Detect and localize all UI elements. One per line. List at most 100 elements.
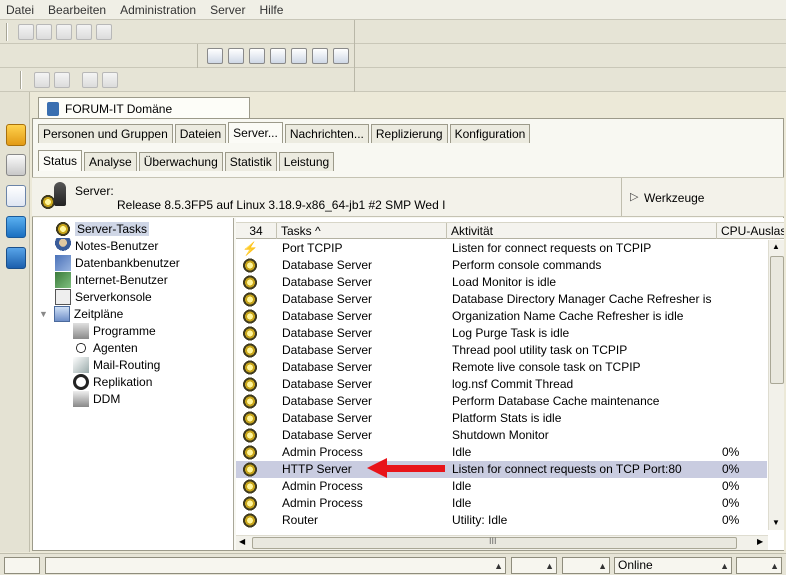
tools-button[interactable]: Werkzeuge bbox=[644, 191, 704, 205]
tab-analyse[interactable]: Analyse bbox=[84, 152, 137, 171]
header-count[interactable]: 34 bbox=[236, 223, 277, 239]
tab-konfiguration[interactable]: Konfiguration bbox=[449, 124, 531, 143]
scroll-left-icon[interactable]: ◀ bbox=[239, 537, 245, 546]
tb-form-icon[interactable] bbox=[18, 24, 34, 40]
menu-bearbeiten[interactable]: Bearbeiten bbox=[48, 3, 106, 17]
horizontal-scroll-thumb[interactable]: III bbox=[252, 536, 737, 549]
tab-status[interactable]: Status bbox=[38, 150, 83, 171]
status-box-3[interactable]: ▲ bbox=[511, 557, 557, 574]
tree-item-server-tasks[interactable]: Server-Tasks bbox=[55, 220, 150, 237]
table-row[interactable]: Database Server Perform console commands bbox=[236, 257, 767, 274]
gear-icon bbox=[242, 479, 258, 494]
location-box[interactable]: ▲ bbox=[562, 557, 610, 574]
table-row[interactable]: Database Server Organization Name Cache R… bbox=[236, 308, 767, 325]
web-page-icon[interactable] bbox=[6, 185, 26, 207]
people-icon[interactable] bbox=[6, 216, 26, 238]
tb-user-icon[interactable] bbox=[82, 72, 98, 88]
table-row[interactable]: Admin Process Idle 0% bbox=[236, 444, 767, 461]
table-row[interactable]: Admin Process Idle 0% bbox=[236, 478, 767, 495]
toolbar-grip[interactable] bbox=[6, 23, 8, 41]
bookmark-icon[interactable] bbox=[6, 154, 26, 176]
scroll-right-icon[interactable]: ▶ bbox=[757, 537, 763, 546]
tree-item-notes-benutzer[interactable]: Notes-Benutzer bbox=[55, 237, 158, 254]
header-tasks[interactable]: Tasks ^ bbox=[277, 223, 447, 239]
tree-item-replikation[interactable]: Replikation bbox=[73, 373, 152, 390]
tb-grid-icon[interactable] bbox=[333, 48, 349, 64]
gear-icon bbox=[242, 496, 258, 511]
tab-nachrichten[interactable]: Nachrichten... bbox=[284, 124, 369, 143]
tab-personen-und-gruppen[interactable]: Personen und Gruppen bbox=[38, 124, 173, 143]
tb-pages-icon[interactable] bbox=[249, 48, 265, 64]
menu-datei[interactable]: Datei bbox=[6, 3, 34, 17]
header-aktivitaet[interactable]: Aktivität bbox=[447, 223, 717, 239]
ddm-icon bbox=[73, 390, 89, 407]
folder-icon[interactable] bbox=[6, 124, 26, 146]
tb-zoom-icon[interactable] bbox=[34, 72, 50, 88]
table-header: 34 Tasks ^ Aktivität CPU-Auslastu bbox=[236, 222, 784, 239]
tree-item-ddm[interactable]: DDM bbox=[73, 390, 120, 407]
menu-hilfe[interactable]: Hilfe bbox=[259, 3, 283, 17]
table-row[interactable]: Database Server Log Purge Task is idle bbox=[236, 325, 767, 342]
vertical-scrollbar[interactable]: ▲ ▼ bbox=[768, 240, 784, 530]
tab-statistik[interactable]: Statistik bbox=[224, 152, 277, 171]
horizontal-scrollbar[interactable]: ◀ III ▶ bbox=[236, 535, 768, 550]
table-row[interactable]: HTTP Server Listen for connect requests o… bbox=[236, 461, 767, 478]
table-row[interactable]: Database Server Remote live console task … bbox=[236, 359, 767, 376]
tab-replizierung[interactable]: Replizierung bbox=[370, 124, 448, 143]
tab-dateien[interactable]: Dateien bbox=[174, 124, 227, 143]
toolbar-1 bbox=[0, 20, 786, 44]
tb-settings-icon[interactable] bbox=[207, 48, 223, 64]
tab-leistung[interactable]: Leistung bbox=[278, 152, 335, 171]
table-row[interactable]: Database Server Load Monitor is idle bbox=[236, 274, 767, 291]
table-row[interactable]: Database Server Platform Stats is idle bbox=[236, 410, 767, 427]
toolbar-grip-2[interactable] bbox=[20, 71, 22, 89]
cell-activity: Remote live console task on TCPIP bbox=[452, 360, 641, 374]
table-row[interactable]: Database Server log.nsf Commit Thread bbox=[236, 376, 767, 393]
replicator-icon[interactable] bbox=[6, 247, 26, 269]
cell-task: Database Server bbox=[282, 428, 373, 442]
table-row[interactable]: Database Server Database Directory Manage… bbox=[236, 291, 767, 308]
tree-item-serverkonsole[interactable]: Serverkonsole bbox=[55, 288, 152, 305]
tb-gear-icon[interactable] bbox=[312, 48, 328, 64]
tb-list-icon[interactable] bbox=[36, 24, 52, 40]
tree-item-programme[interactable]: Programme bbox=[73, 322, 156, 339]
header-cpu[interactable]: CPU-Auslastu bbox=[717, 223, 784, 239]
tb-mail-icon[interactable] bbox=[270, 48, 286, 64]
table-row[interactable]: Router Utility: Idle 0% bbox=[236, 512, 767, 529]
tree-item-zeitplaene[interactable]: ▼ Zeitpläne bbox=[39, 305, 123, 322]
server-tree: Server-Tasks Notes-Benutzer Datenbankben… bbox=[33, 218, 234, 550]
doc-tab[interactable]: FORUM-IT Domäne bbox=[38, 97, 250, 119]
scroll-up-icon[interactable]: ▲ bbox=[772, 242, 780, 251]
menu-administration[interactable]: Administration bbox=[120, 3, 196, 17]
tree-item-mail-routing[interactable]: Mail-Routing bbox=[73, 356, 160, 373]
tb-find-icon[interactable] bbox=[54, 72, 70, 88]
tree-item-agenten[interactable]: Agenten bbox=[73, 339, 138, 356]
status-box-1[interactable] bbox=[4, 557, 40, 574]
gear-icon bbox=[242, 394, 258, 409]
mail-status-box[interactable]: ▲ bbox=[736, 557, 782, 574]
table-row[interactable]: ⚡ Port TCPIP Listen for connect requests o… bbox=[236, 240, 767, 257]
table-row[interactable]: Database Server Shutdown Monitor bbox=[236, 427, 767, 444]
menu-server[interactable]: Server bbox=[210, 3, 245, 17]
tb-search-icon[interactable] bbox=[291, 48, 307, 64]
table-row[interactable]: Database Server Perform Database Cache ma… bbox=[236, 393, 767, 410]
tb-key-icon[interactable] bbox=[96, 24, 112, 40]
tb-new-icon[interactable] bbox=[76, 24, 92, 40]
cell-activity: Listen for connect requests on TCPIP bbox=[452, 241, 652, 255]
expand-arrow-icon[interactable]: ▼ bbox=[39, 309, 48, 319]
scroll-down-icon[interactable]: ▼ bbox=[772, 518, 780, 527]
tree-item-internet-benutzer[interactable]: Internet-Benutzer bbox=[55, 271, 168, 288]
table-row[interactable]: Database Server Thread pool utility task … bbox=[236, 342, 767, 359]
tb-document-icon[interactable] bbox=[228, 48, 244, 64]
tree-item-datenbankbenutzer[interactable]: Datenbankbenutzer bbox=[55, 254, 180, 271]
online-status[interactable]: Online ▲ bbox=[614, 557, 732, 574]
tab-server[interactable]: Server... bbox=[228, 122, 283, 143]
cell-task: Database Server bbox=[282, 326, 373, 340]
table-row[interactable]: Admin Process Idle 0% bbox=[236, 495, 767, 512]
vertical-scroll-thumb[interactable] bbox=[770, 256, 784, 384]
tb-copy-icon[interactable] bbox=[56, 24, 72, 40]
status-message-box[interactable]: ▲ bbox=[45, 557, 506, 574]
tab-ueberwachung[interactable]: Überwachung bbox=[138, 152, 223, 171]
mail-routing-icon bbox=[73, 356, 89, 373]
tb-save-icon[interactable] bbox=[102, 72, 118, 88]
